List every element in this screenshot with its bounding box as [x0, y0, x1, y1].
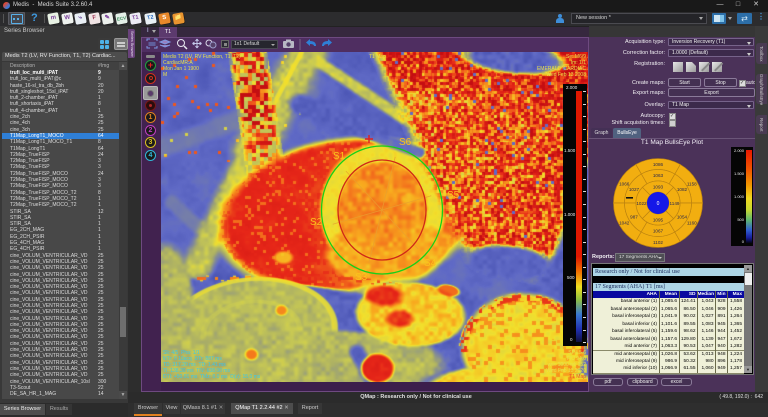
- svg-text:1160: 1160: [687, 220, 697, 225]
- svg-text:S3: S3: [355, 272, 368, 283]
- svg-text:1027: 1027: [629, 187, 640, 192]
- svg-text:1086: 1086: [653, 162, 664, 167]
- svg-text:S4: S4: [424, 258, 437, 269]
- svg-text:1082: 1082: [677, 187, 688, 192]
- svg-text:1149: 1149: [670, 201, 680, 206]
- svg-text:1066: 1066: [619, 181, 630, 186]
- svg-text:1095: 1095: [653, 217, 664, 222]
- svg-text:987: 987: [630, 215, 638, 220]
- svg-text:S1: S1: [333, 151, 346, 162]
- svg-text:S2: S2: [310, 217, 323, 228]
- svg-text:1158: 1158: [687, 181, 697, 186]
- svg-text:1093: 1093: [653, 184, 664, 189]
- svg-text:0: 0: [657, 201, 660, 207]
- svg-text:S5: S5: [447, 190, 460, 201]
- svg-text:1022: 1022: [636, 201, 647, 206]
- svg-text:1067: 1067: [653, 229, 664, 234]
- svg-text:1054: 1054: [677, 215, 688, 220]
- svg-text:1102: 1102: [653, 240, 663, 245]
- svg-text:1063: 1063: [653, 173, 664, 178]
- svg-text:S6: S6: [399, 137, 412, 148]
- svg-text:1042: 1042: [619, 220, 630, 225]
